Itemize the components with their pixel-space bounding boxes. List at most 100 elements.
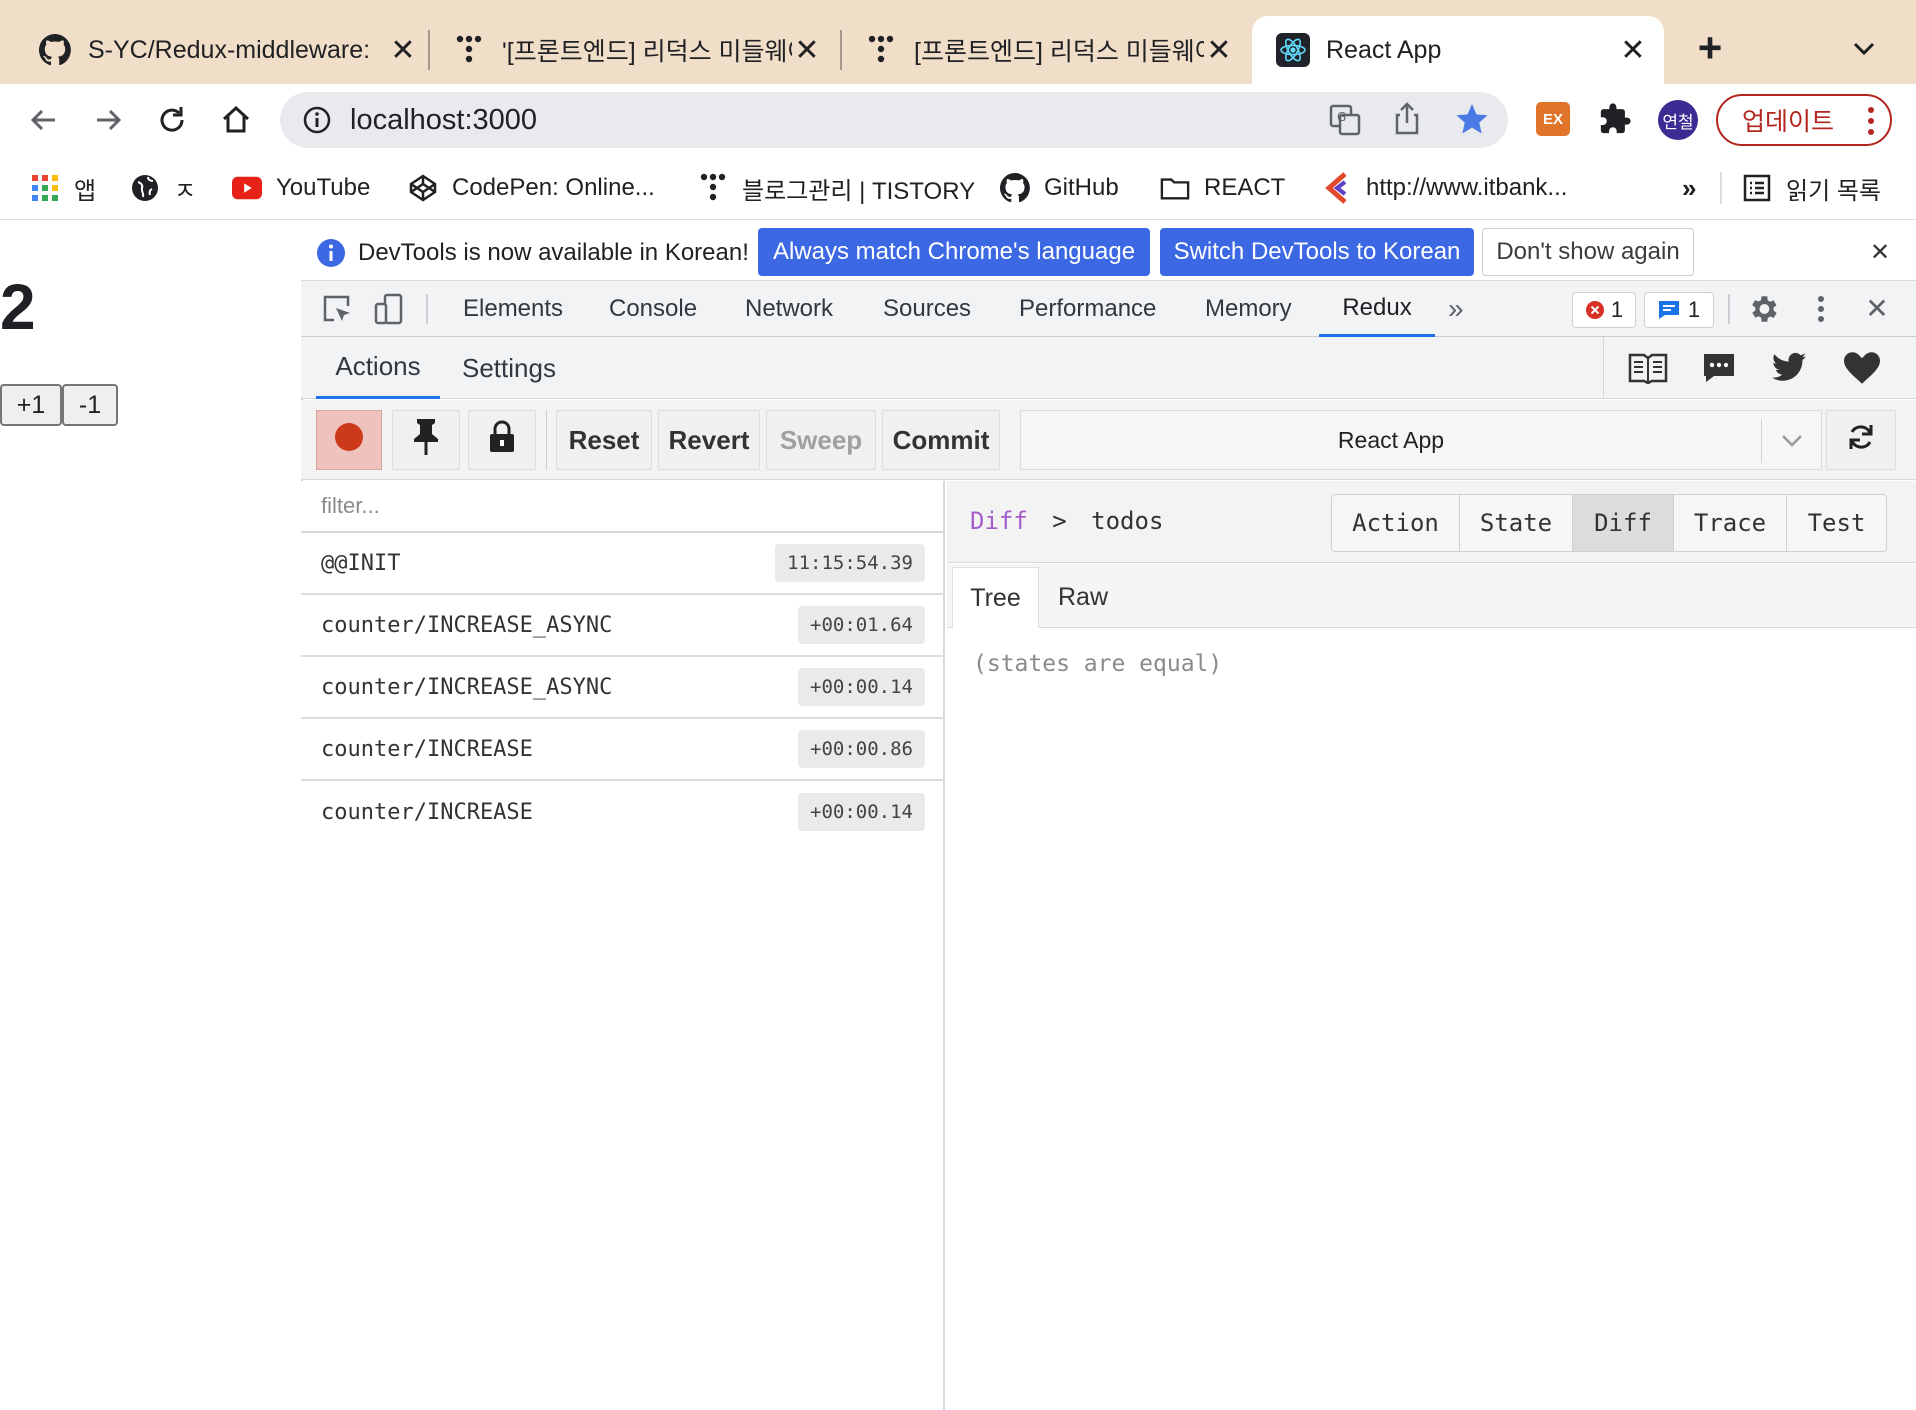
action-time: +00:01.64 (798, 606, 925, 644)
message-count-badge[interactable]: 1 (1644, 292, 1714, 328)
action-row[interactable]: counter/INCREASE +00:00.14 (301, 781, 945, 843)
increment-button[interactable]: +1 (0, 384, 62, 426)
bookmark-star-icon[interactable] (1454, 101, 1490, 137)
reading-list-button[interactable]: 읽기 목록 (1742, 166, 1881, 210)
update-button[interactable]: 업데이트 (1716, 94, 1892, 146)
device-toggle-icon[interactable] (372, 292, 406, 326)
bookmark-itbank[interactable]: http://www.itbank... (1322, 166, 1567, 210)
action-row[interactable]: counter/INCREASE_ASYNC +00:01.64 (301, 595, 945, 657)
tab-memory[interactable]: Memory (1205, 281, 1292, 337)
share-icon[interactable] (1390, 101, 1424, 137)
bookmark-youtube[interactable]: YouTube (232, 166, 370, 210)
action-filter-input[interactable]: filter... (301, 481, 945, 533)
translate-icon[interactable]: G (1328, 103, 1362, 137)
monitor-tab-state[interactable]: State (1459, 494, 1573, 552)
always-match-language-button[interactable]: Always match Chrome's language (758, 228, 1150, 276)
url-text[interactable]: localhost:3000 (350, 104, 537, 137)
tab-elements[interactable]: Elements (463, 281, 563, 337)
apps-grid-icon (30, 173, 60, 203)
tab-console[interactable]: Console (609, 281, 697, 337)
monitor-tab-trace[interactable]: Trace (1673, 494, 1787, 552)
revert-button[interactable]: Revert (658, 410, 760, 470)
record-icon (333, 421, 365, 460)
action-type: counter/INCREASE (321, 736, 533, 762)
new-tab-button[interactable]: + (1688, 26, 1732, 70)
browser-tab-react-app[interactable]: React App ✕ (1252, 16, 1664, 84)
close-tab-icon[interactable]: ✕ (388, 33, 418, 68)
feedback-chat-icon[interactable] (1702, 352, 1736, 384)
record-button[interactable] (316, 410, 382, 470)
chevron-down-icon[interactable] (1846, 30, 1882, 66)
twitter-icon[interactable] (1772, 352, 1806, 382)
close-devtools-icon[interactable]: ✕ (1862, 294, 1892, 324)
browser-tab-github[interactable]: S-YC/Redux-middleware: ✕ (38, 16, 418, 84)
bookmark-tistory[interactable]: 블로그관리 | TISTORY (698, 166, 975, 210)
book-icon[interactable] (1628, 352, 1668, 385)
address-bar[interactable]: localhost:3000 (280, 92, 1508, 148)
sync-button[interactable] (1826, 410, 1896, 470)
more-bookmarks-button[interactable]: » (1682, 166, 1696, 210)
bookmark-react-folder[interactable]: REACT (1160, 166, 1285, 210)
monitor-tab-action[interactable]: Action (1331, 494, 1460, 552)
browser-tab-tistory-1[interactable]: '[프론트엔드] 리덕스 미들웨어 ✕ (452, 16, 822, 84)
decrement-button[interactable]: -1 (62, 384, 118, 426)
inspect-element-icon[interactable] (320, 292, 354, 326)
info-icon (316, 238, 346, 268)
svg-text:G: G (1337, 110, 1346, 124)
kebab-menu-icon (1868, 106, 1874, 136)
close-infobar-icon[interactable]: ✕ (1866, 238, 1894, 266)
tab-network[interactable]: Network (745, 281, 833, 337)
action-row[interactable]: @@INIT 11:15:54.39 (301, 533, 945, 595)
forward-arrow-icon[interactable] (84, 96, 132, 144)
pin-button[interactable] (392, 410, 460, 470)
home-icon[interactable] (212, 96, 260, 144)
lock-button[interactable] (468, 410, 536, 470)
info-circle-icon[interactable] (302, 105, 332, 135)
close-tab-icon[interactable]: ✕ (792, 33, 822, 68)
action-time: 11:15:54.39 (775, 544, 925, 582)
tab-performance[interactable]: Performance (1019, 281, 1156, 337)
monitor-tab-diff[interactable]: Diff (1572, 494, 1674, 552)
close-tab-icon[interactable]: ✕ (1204, 33, 1234, 68)
bookmark-globe[interactable]: ㅈ (130, 166, 196, 210)
action-row[interactable]: counter/INCREASE_ASYNC +00:00.14 (301, 657, 945, 719)
close-tab-icon[interactable]: ✕ (1618, 33, 1648, 68)
bookmark-github[interactable]: GitHub (1000, 166, 1119, 210)
switch-to-korean-button[interactable]: Switch DevTools to Korean (1160, 228, 1474, 276)
tab-redux[interactable]: Redux (1319, 281, 1435, 337)
extension-ex-icon[interactable]: EX (1536, 102, 1570, 136)
error-count-badge[interactable]: 1 (1572, 292, 1636, 328)
infobar-message: DevTools is now available in Korean! (358, 239, 749, 266)
subtab-raw[interactable]: Raw (1045, 567, 1121, 628)
heart-icon[interactable] (1844, 352, 1880, 384)
bookmark-apps[interactable]: 앱 (30, 166, 96, 210)
action-row[interactable]: counter/INCREASE +00:00.86 (301, 719, 945, 781)
bookmark-codepen[interactable]: CodePen: Online... (408, 166, 655, 210)
sweep-button[interactable]: Sweep (766, 410, 876, 470)
breadcrumb: Diff > todos (970, 507, 1163, 535)
back-arrow-icon[interactable] (20, 96, 68, 144)
error-icon (1585, 300, 1605, 320)
reload-icon[interactable] (148, 96, 196, 144)
commit-button[interactable]: Commit (882, 410, 1000, 470)
dont-show-again-button[interactable]: Don't show again (1482, 228, 1694, 276)
subtab-tree[interactable]: Tree (952, 567, 1039, 628)
tab-sources[interactable]: Sources (883, 281, 971, 337)
message-count: 1 (1687, 297, 1701, 322)
action-type: counter/INCREASE_ASYNC (321, 612, 613, 638)
more-tabs-button[interactable]: » (1448, 281, 1464, 337)
action-time: +00:00.86 (798, 730, 925, 768)
redux-tab-settings[interactable]: Settings (462, 337, 556, 399)
redux-tab-actions[interactable]: Actions (316, 337, 440, 399)
monitor-tab-test[interactable]: Test (1786, 494, 1887, 552)
reset-button[interactable]: Reset (556, 410, 652, 470)
browser-tab-tistory-2[interactable]: [프론트엔드] 리덕스 미들웨어 ✕ (864, 16, 1234, 84)
profile-avatar[interactable]: 연철 (1658, 100, 1698, 140)
gear-icon[interactable] (1746, 292, 1780, 326)
more-vertical-icon[interactable] (1814, 292, 1828, 326)
reading-list-label: 읽기 목록 (1786, 177, 1881, 205)
puzzle-icon[interactable] (1598, 102, 1632, 136)
breadcrumb-root[interactable]: Diff (970, 507, 1028, 535)
lock-icon (488, 420, 516, 461)
instance-select[interactable]: React App (1020, 410, 1822, 470)
